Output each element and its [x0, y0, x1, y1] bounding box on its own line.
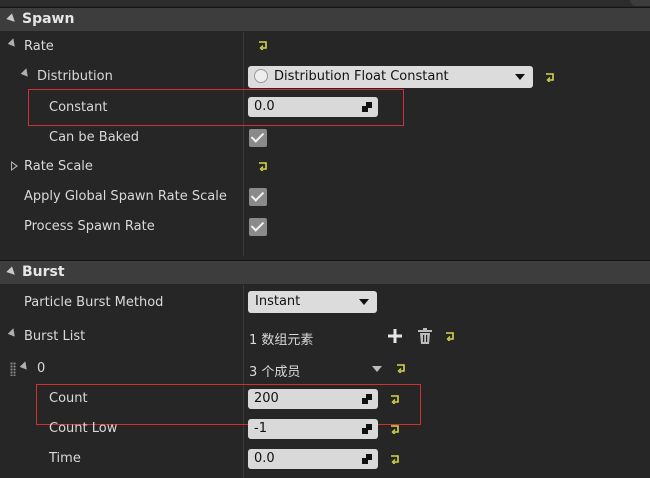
dropdown-caret-icon — [359, 299, 369, 305]
top-strip — [0, 0, 650, 6]
scrollbar-stub[interactable] — [630, 0, 650, 6]
burst-method-value: Instant — [255, 294, 301, 309]
burst-section-header[interactable]: Burst — [0, 260, 650, 284]
count-value: 200 — [254, 391, 279, 406]
collapse-arrow-icon[interactable] — [7, 38, 19, 49]
spawn-section-title: Spawn — [22, 11, 75, 27]
reset-to-default-icon[interactable] — [396, 363, 406, 373]
reset-to-default-icon[interactable] — [445, 331, 455, 341]
element-members: 3 个成员 — [249, 365, 301, 380]
distribution-dropdown[interactable]: Distribution Float Constant — [248, 66, 533, 88]
expand-arrow-icon[interactable] — [11, 161, 18, 171]
radio-icon — [254, 69, 268, 83]
spinner-drag-icon[interactable] — [362, 394, 372, 404]
can-be-baked-checkbox[interactable] — [249, 129, 267, 147]
spinner-drag-icon[interactable] — [362, 102, 372, 112]
distribution-label: Distribution — [37, 69, 113, 84]
can-be-baked-label: Can be Baked — [49, 130, 139, 145]
burst-section-title: Burst — [22, 264, 65, 280]
rate-scale-label: Rate Scale — [24, 159, 93, 174]
reset-to-default-icon[interactable] — [390, 454, 400, 464]
time-value: 0.0 — [254, 451, 275, 466]
collapse-arrow-icon[interactable] — [7, 328, 19, 339]
burst-list-label: Burst List — [24, 329, 86, 344]
collapse-arrow-icon[interactable] — [19, 361, 31, 372]
rate-label: Rate — [24, 39, 54, 54]
reset-to-default-icon[interactable] — [390, 424, 400, 434]
count-label: Count — [49, 391, 88, 406]
trash-icon[interactable] — [418, 328, 432, 344]
reset-to-default-icon[interactable] — [545, 72, 555, 82]
constant-label: Constant — [49, 100, 108, 115]
count-input[interactable]: 200 — [248, 389, 378, 409]
time-input[interactable]: 0.0 — [248, 449, 378, 469]
spinner-drag-icon[interactable] — [362, 424, 372, 434]
time-label: Time — [49, 451, 81, 466]
column-divider[interactable] — [243, 32, 244, 256]
reset-to-default-icon[interactable] — [258, 40, 268, 50]
collapse-arrow-icon[interactable] — [6, 266, 18, 278]
apply-global-checkbox[interactable] — [249, 188, 267, 206]
distribution-value: Distribution Float Constant — [274, 69, 449, 84]
burst-method-dropdown[interactable]: Instant — [248, 291, 377, 313]
reset-to-default-icon[interactable] — [390, 394, 400, 404]
spinner-drag-icon[interactable] — [362, 454, 372, 464]
burst-method-label: Particle Burst Method — [24, 295, 164, 310]
collapse-arrow-icon[interactable] — [6, 13, 18, 25]
element-index: 0 — [37, 361, 46, 376]
count-low-input[interactable]: -1 — [248, 419, 378, 439]
constant-value: 0.0 — [254, 99, 275, 114]
process-spawn-rate-checkbox[interactable] — [249, 218, 267, 236]
count-low-label: Count Low — [49, 421, 118, 436]
spawn-section-header[interactable]: Spawn — [0, 7, 650, 31]
process-spawn-rate-label: Process Spawn Rate — [24, 219, 155, 234]
dropdown-caret-icon[interactable] — [372, 366, 382, 372]
drag-grip-icon[interactable] — [10, 362, 16, 376]
column-divider[interactable] — [243, 285, 244, 478]
dropdown-caret-icon — [515, 74, 525, 80]
collapse-arrow-icon[interactable] — [20, 68, 32, 79]
add-icon[interactable] — [388, 329, 402, 343]
apply-global-label: Apply Global Spawn Rate Scale — [24, 189, 227, 204]
reset-to-default-icon[interactable] — [258, 161, 268, 171]
burst-list-count: 1 数组元素 — [249, 333, 314, 348]
count-low-value: -1 — [254, 421, 267, 436]
constant-input[interactable]: 0.0 — [248, 97, 378, 117]
